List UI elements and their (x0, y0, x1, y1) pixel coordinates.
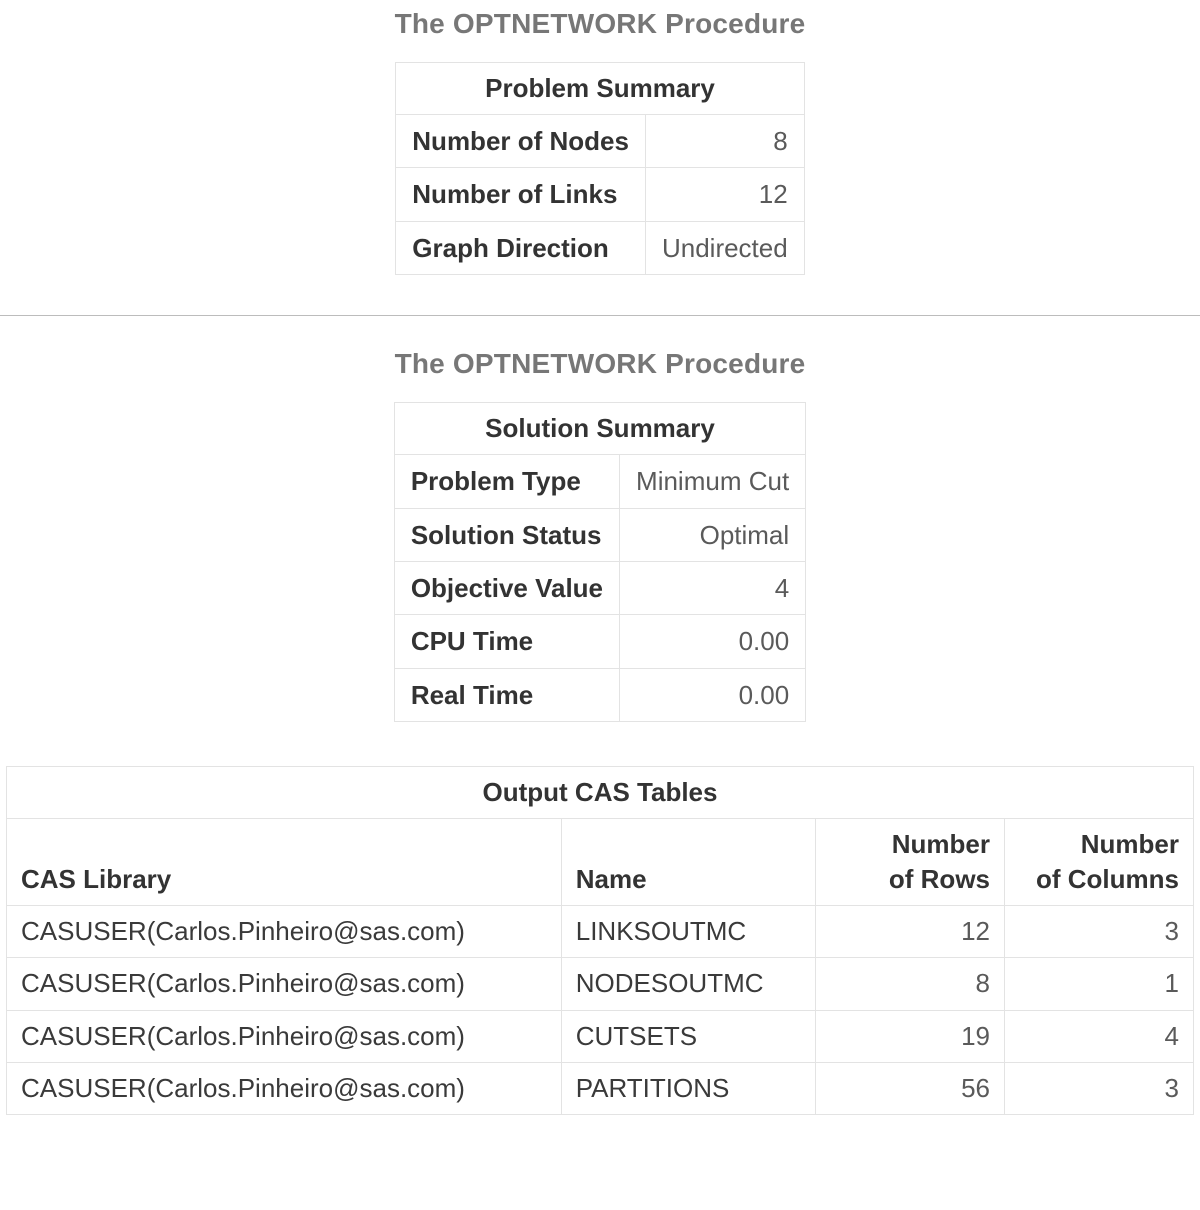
cell-name: NODESOUTMC (561, 958, 815, 1010)
cell-rows: 8 (816, 958, 1005, 1010)
row-label: Number of Links (396, 168, 646, 221)
cell-rows: 56 (816, 1062, 1005, 1114)
row-value: 8 (645, 115, 804, 168)
row-value: Minimum Cut (620, 455, 806, 508)
cell-name: PARTITIONS (561, 1062, 815, 1114)
cell-cas-library: CASUSER(Carlos.Pinheiro@sas.com) (7, 906, 562, 958)
cell-cas-library: CASUSER(Carlos.Pinheiro@sas.com) (7, 1010, 562, 1062)
table-row: Solution Status Optimal (394, 508, 805, 561)
cell-name: LINKSOUTMC (561, 906, 815, 958)
procedure-title-1: The OPTNETWORK Procedure (0, 8, 1200, 40)
row-label: Solution Status (394, 508, 619, 561)
cell-rows: 19 (816, 1010, 1005, 1062)
row-value: Optimal (620, 508, 806, 561)
table-row: Number of Links 12 (396, 168, 804, 221)
row-value: 12 (645, 168, 804, 221)
row-label: Real Time (394, 668, 619, 721)
solution-summary-table: Solution Summary Problem Type Minimum Cu… (394, 402, 806, 722)
page: The OPTNETWORK Procedure Problem Summary… (0, 8, 1200, 1115)
cell-name: CUTSETS (561, 1010, 815, 1062)
table-row: CASUSER(Carlos.Pinheiro@sas.com) CUTSETS… (7, 1010, 1194, 1062)
row-label: CPU Time (394, 615, 619, 668)
table-row: Problem Type Minimum Cut (394, 455, 805, 508)
table-row: Real Time 0.00 (394, 668, 805, 721)
problem-summary-caption: Problem Summary (395, 62, 804, 114)
cell-cas-library: CASUSER(Carlos.Pinheiro@sas.com) (7, 1062, 562, 1114)
table-row: CASUSER(Carlos.Pinheiro@sas.com) PARTITI… (7, 1062, 1194, 1114)
cell-cols: 4 (1005, 1010, 1194, 1062)
cell-rows: 12 (816, 906, 1005, 958)
col-header-number-of-rows: Numberof Rows (816, 819, 1005, 906)
row-value: 0.00 (620, 668, 806, 721)
table-row: Objective Value 4 (394, 561, 805, 614)
row-value: Undirected (645, 221, 804, 274)
output-cas-tables-caption: Output CAS Tables (6, 766, 1194, 818)
table-row: CASUSER(Carlos.Pinheiro@sas.com) LINKSOU… (7, 906, 1194, 958)
table-row: CASUSER(Carlos.Pinheiro@sas.com) NODESOU… (7, 958, 1194, 1010)
cell-cas-library: CASUSER(Carlos.Pinheiro@sas.com) (7, 958, 562, 1010)
table-header-row: CAS Library Name Numberof Rows Numberof … (7, 819, 1194, 906)
cell-cols: 1 (1005, 958, 1194, 1010)
table-row: CPU Time 0.00 (394, 615, 805, 668)
table-row: Graph Direction Undirected (396, 221, 804, 274)
col-header-number-of-columns: Numberof Columns (1005, 819, 1194, 906)
col-header-cas-library: CAS Library (7, 819, 562, 906)
col-header-name: Name (561, 819, 815, 906)
row-label: Objective Value (394, 561, 619, 614)
table-row: Number of Nodes 8 (396, 115, 804, 168)
section-divider (0, 315, 1200, 316)
cell-cols: 3 (1005, 906, 1194, 958)
problem-summary-table: Problem Summary Number of Nodes 8 Number… (395, 62, 804, 275)
output-cas-tables: Output CAS Tables CAS Library Name Numbe… (6, 766, 1194, 1115)
row-value: 0.00 (620, 615, 806, 668)
row-value: 4 (620, 561, 806, 614)
cell-cols: 3 (1005, 1062, 1194, 1114)
procedure-title-2: The OPTNETWORK Procedure (0, 348, 1200, 380)
solution-summary-caption: Solution Summary (394, 402, 806, 454)
row-label: Number of Nodes (396, 115, 646, 168)
row-label: Graph Direction (396, 221, 646, 274)
row-label: Problem Type (394, 455, 619, 508)
